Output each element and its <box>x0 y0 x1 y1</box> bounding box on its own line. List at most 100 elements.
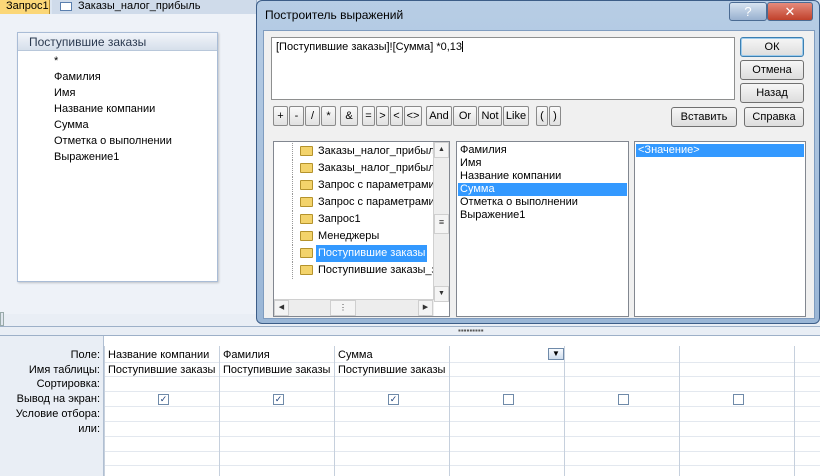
tree-connector <box>292 143 293 160</box>
ok-button[interactable]: ОК <box>740 37 804 57</box>
field-list-item[interactable]: Фамилия <box>458 144 627 157</box>
fields-list[interactable]: Фамилия Имя Название компании Сумма Отметка … <box>456 141 629 317</box>
grid-table-cell[interactable]: Поступившие заказы <box>108 363 215 377</box>
tab-orders-tax-profit[interactable]: Заказы_налог_прибыль <box>52 0 257 14</box>
tab-orders-tax-profit-label: Заказы_налог_прибыль <box>78 0 201 12</box>
scroll-down-icon[interactable]: ▼ <box>434 286 449 302</box>
table-field-item[interactable]: Сумма <box>18 117 217 133</box>
grid-field-cell[interactable]: Название компании <box>108 348 209 362</box>
operator-button[interactable]: And <box>426 106 452 126</box>
tree-connector <box>292 160 293 177</box>
close-icon[interactable]: ✕ <box>767 2 813 21</box>
table-field-item[interactable]: Имя <box>18 85 217 101</box>
tree-item-label: Менеджеры <box>318 230 380 242</box>
cancel-button[interactable]: Отмена <box>740 60 804 80</box>
grid-column[interactable] <box>449 346 564 476</box>
back-button[interactable]: Назад <box>740 83 804 103</box>
operator-button[interactable]: <> <box>404 106 422 126</box>
table-field-item[interactable]: Название компании <box>18 101 217 117</box>
tree-connector <box>292 211 293 228</box>
dialog-title: Построитель выражений <box>265 8 404 22</box>
hscroll-thumb[interactable]: ⋮ <box>330 300 356 316</box>
tab-query1[interactable]: Запрос1 <box>0 0 50 14</box>
grid-column[interactable] <box>794 346 820 476</box>
grid-field-cell[interactable]: Фамилия <box>223 348 270 362</box>
grid-row-label: Вывод на экран: <box>16 393 100 405</box>
tree-vertical-scrollbar[interactable]: ▲ ≡ ▼ <box>433 142 449 302</box>
show-checkbox[interactable]: ✓ <box>273 394 284 405</box>
table-field-item[interactable]: * <box>18 53 217 69</box>
scroll-thumb[interactable]: ≡ <box>434 214 449 234</box>
query-design-grid: Поле: Имя таблицы: Сортировка: Вывод на экр… <box>0 336 820 476</box>
tree-connector <box>292 177 293 194</box>
table-field-list[interactable]: Поступившие заказы * Фамилия Имя Название к… <box>17 32 218 282</box>
tree-item-label: Поступившие заказы_з <box>318 264 437 276</box>
show-checkbox[interactable] <box>618 394 629 405</box>
scroll-up-icon[interactable]: ▲ <box>434 142 449 158</box>
insert-button[interactable]: Вставить <box>671 107 737 127</box>
operator-button[interactable]: Or <box>453 106 477 126</box>
grid-table-cell[interactable]: Поступившие заказы <box>223 363 330 377</box>
operator-button[interactable]: - <box>289 106 304 126</box>
operator-button[interactable]: ) <box>549 106 561 126</box>
field-list-item[interactable]: Выражение1 <box>458 209 627 222</box>
show-checkbox[interactable] <box>503 394 514 405</box>
operator-button[interactable]: + <box>273 106 288 126</box>
tree-item-label: Запрос с параметрами <box>318 179 435 191</box>
field-list-item[interactable]: Сумма <box>458 183 627 196</box>
design-scrollbar-stub[interactable] <box>0 312 4 326</box>
grid-column[interactable] <box>679 346 794 476</box>
table-field-item[interactable]: Фамилия <box>18 69 217 85</box>
operator-button[interactable]: * <box>321 106 336 126</box>
operator-button[interactable]: & <box>340 106 358 126</box>
operator-button[interactable]: Not <box>478 106 502 126</box>
show-checkbox[interactable]: ✓ <box>388 394 399 405</box>
folder-icon <box>300 180 313 190</box>
folder-icon <box>300 231 313 241</box>
values-list[interactable]: <Значение> <box>634 141 806 317</box>
checkmark-icon: ✓ <box>159 394 168 404</box>
expression-text: [Поступившие заказы]![Сумма] *0,13 <box>276 41 463 53</box>
operator-button[interactable]: Like <box>503 106 529 126</box>
field-list-item[interactable]: Отметка о выполнении <box>458 196 627 209</box>
grid-column[interactable]: Сумма Поступившие заказы ✓ <box>334 346 449 476</box>
operator-button[interactable]: / <box>305 106 320 126</box>
help-icon[interactable]: ? <box>729 2 767 21</box>
grid-column[interactable]: Название компании Поступившие заказы ✓ <box>104 346 219 476</box>
grid-row-label: Условие отбора: <box>15 408 100 420</box>
table-field-item[interactable]: Отметка о выполнении <box>18 133 217 149</box>
tree-item-label: Запрос1 <box>318 213 361 225</box>
field-list-item[interactable]: Имя <box>458 157 627 170</box>
folder-icon <box>300 214 313 224</box>
grid-row-label: или: <box>78 423 100 435</box>
scroll-left-icon[interactable]: ◀ <box>274 300 289 316</box>
show-checkbox[interactable] <box>733 394 744 405</box>
tree-item-label: Запрос с параметрами <box>318 196 435 208</box>
tree-horizontal-scrollbar[interactable]: ◀ ⋮ ▶ <box>274 299 434 316</box>
folder-icon <box>300 265 313 275</box>
operator-button[interactable]: ( <box>536 106 548 126</box>
table-field-list-items: * Фамилия Имя Название компании Сумма Отметка… <box>18 53 217 165</box>
grid-column[interactable]: Фамилия Поступившие заказы ✓ <box>219 346 334 476</box>
field-dropdown-icon[interactable]: ▼ <box>548 348 564 360</box>
grid-field-cell[interactable]: Сумма <box>338 348 373 362</box>
grid-row-label: Поле: <box>70 349 100 361</box>
expression-input[interactable]: [Поступившие заказы]![Сумма] *0,13 <box>271 37 735 100</box>
grid-column[interactable] <box>564 346 679 476</box>
operator-button[interactable]: = <box>362 106 375 126</box>
table-field-item[interactable]: Выражение1 <box>18 149 217 165</box>
show-checkbox[interactable]: ✓ <box>158 394 169 405</box>
operator-button[interactable]: < <box>390 106 403 126</box>
tree-item-label: Заказы_налог_прибыль <box>318 162 441 174</box>
field-list-item[interactable]: Название компании <box>458 170 627 183</box>
dialog-body: [Поступившие заказы]![Сумма] *0,13 ОК От… <box>263 30 815 319</box>
operator-button[interactable]: > <box>376 106 389 126</box>
folder-icon <box>300 163 313 173</box>
pane-splitter[interactable]: ▪▪▪▪▪▪▪▪▪ <box>0 326 820 336</box>
folder-icon <box>300 197 313 207</box>
scroll-right-icon[interactable]: ▶ <box>418 300 433 316</box>
object-tree[interactable]: Заказы_налог_прибыль Заказы_налог_прибыль… <box>273 141 450 317</box>
help-button[interactable]: Справка <box>744 107 804 127</box>
grid-table-cell[interactable]: Поступившие заказы <box>338 363 445 377</box>
value-list-item[interactable]: <Значение> <box>636 144 804 157</box>
